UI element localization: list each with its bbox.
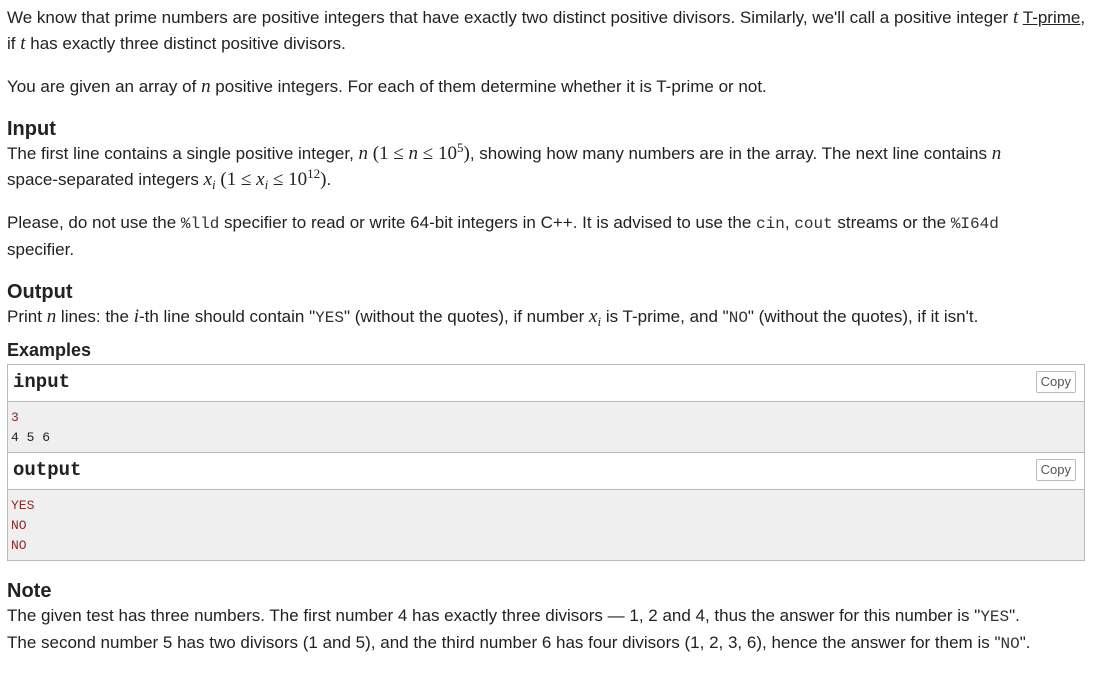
output-text: Print n lines: the i-th line should cont… [7,306,979,329]
note-title: Note [7,580,52,602]
legend-paragraph-2: You are given an array of n positive int… [7,76,767,97]
example-output-header: output Copy [8,453,1084,490]
legend-paragraph-1: We know that prime numbers are positive … [7,7,1086,54]
examples-title: Examples [7,340,92,360]
example-output-box: output Copy YES NO NO [7,453,1085,561]
example-output-title: output [13,459,82,481]
example-input-line: 3 [11,410,19,425]
example-output-line: NO [11,538,27,553]
example-input-line: 4 5 6 [11,430,51,445]
input-note-64bit: Please, do not use the %lld specifier to… [7,213,999,259]
input-line-2: space-separated integers xi (1 ≤ xi ≤ 10… [7,166,332,192]
example-output-line: YES [11,498,35,513]
copy-output-button[interactable]: Copy [1035,459,1076,481]
note-section: Note The given test has three numbers. T… [7,579,1087,657]
t-prime-term: T-prime [1022,8,1081,27]
input-title: Input [7,118,56,140]
example-input-header: input Copy [8,365,1084,402]
example-output-content[interactable]: YES NO NO [8,490,1084,560]
example-input-box: input Copy 3 4 5 6 [7,364,1085,453]
copy-input-button[interactable]: Copy [1035,371,1076,393]
output-title: Output [7,281,73,303]
input-specification: Input The first line contains a single p… [7,117,1087,263]
example-input-title: input [13,371,71,393]
example-output-line: NO [11,518,27,533]
example-input-content[interactable]: 3 4 5 6 [8,402,1084,452]
problem-statement: We know that prime numbers are positive … [0,0,1103,657]
note-line-2: The second number 5 has two divisors (1 … [7,633,1031,653]
input-line-1: The first line contains a single positiv… [7,140,1002,164]
note-line-1: The given test has three numbers. The fi… [7,606,1020,626]
output-specification: Output Print n lines: the i-th line shou… [7,280,1087,331]
